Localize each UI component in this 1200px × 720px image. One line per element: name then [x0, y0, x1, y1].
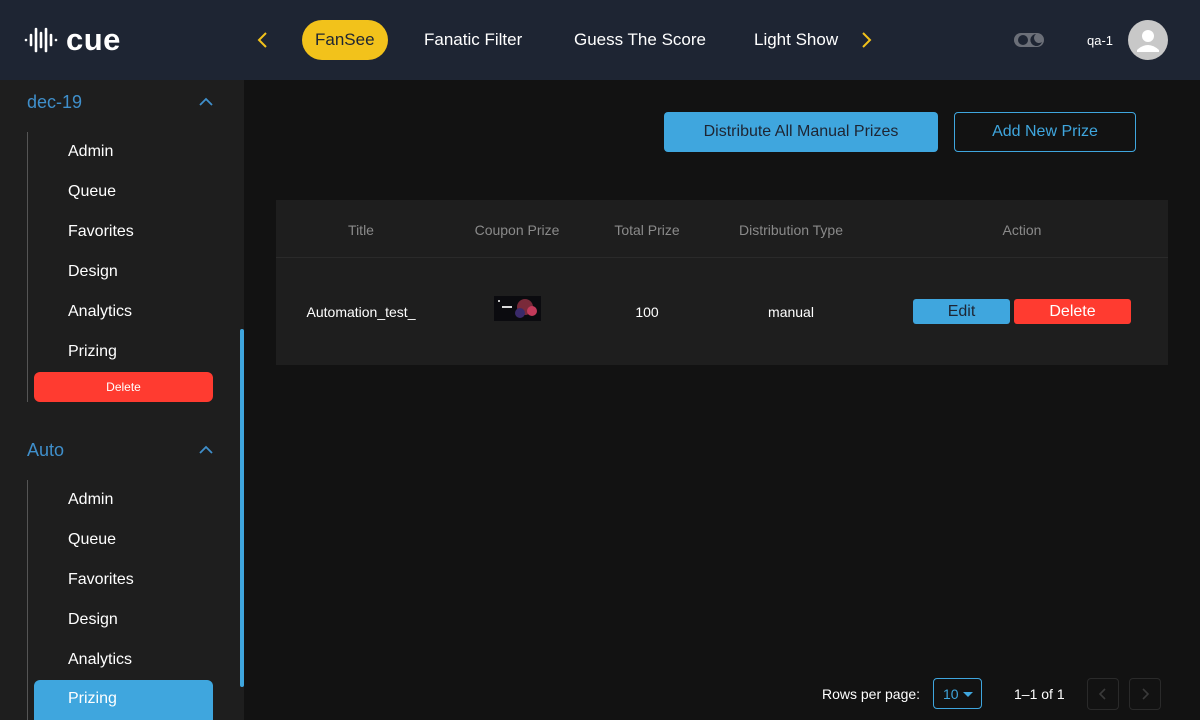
tree-line: [27, 132, 28, 402]
top-bar: cue FanSee Fanatic Filter Guess The Scor…: [0, 0, 1200, 80]
caret-down-icon: [963, 692, 973, 697]
tab-guess-the-score[interactable]: Guess The Score: [574, 20, 706, 60]
sidebar-item-prizing[interactable]: Prizing: [68, 343, 117, 361]
delete-event-button[interactable]: Delete: [34, 372, 213, 402]
sidebar-item-design[interactable]: Design: [68, 611, 118, 629]
cell-distribution-type: manual: [768, 304, 814, 320]
sidebar-item-label: Prizing: [68, 690, 117, 707]
tab-fanatic-filter[interactable]: Fanatic Filter: [424, 20, 522, 60]
sidebar-scrollbar[interactable]: [240, 329, 244, 687]
theme-toggle-moon-icon[interactable]: [1014, 31, 1044, 49]
user-name[interactable]: qa-1: [1087, 33, 1113, 48]
sidebar-group-title[interactable]: dec-19: [27, 92, 82, 113]
edit-button[interactable]: Edit: [913, 299, 1010, 324]
column-header-title: Title: [348, 222, 374, 238]
sidebar-item-analytics[interactable]: Analytics: [68, 303, 132, 321]
rows-per-page-value: 10: [943, 685, 959, 702]
sidebar-item-admin[interactable]: Admin: [68, 491, 113, 509]
prizes-table: Title Coupon Prize Total Prize Distribut…: [276, 200, 1168, 365]
add-new-prize-button[interactable]: Add New Prize: [954, 112, 1136, 152]
column-header-action: Action: [1002, 222, 1042, 238]
delete-button[interactable]: Delete: [1014, 299, 1131, 324]
tab-light-show[interactable]: Light Show: [754, 20, 838, 60]
chevron-up-icon[interactable]: [199, 445, 213, 455]
sidebar-item-queue[interactable]: Queue: [68, 531, 116, 549]
tree-line: [27, 480, 28, 720]
distribute-all-manual-prizes-button[interactable]: Distribute All Manual Prizes: [664, 112, 938, 152]
rows-per-page-select[interactable]: 10: [933, 678, 982, 709]
cue-logo[interactable]: cue: [24, 22, 121, 57]
logo-text: cue: [66, 22, 121, 57]
soundwave-logo-icon: [24, 27, 58, 53]
sidebar-item-queue[interactable]: Queue: [68, 183, 116, 201]
chevron-left-icon: [1098, 688, 1106, 700]
tabs-prev-arrow[interactable]: [253, 28, 273, 52]
chevron-left-icon: [257, 32, 267, 48]
sidebar-item-prizing-active[interactable]: [34, 680, 213, 720]
sidebar-item-analytics[interactable]: Analytics: [68, 651, 132, 669]
coupon-image-icon: [494, 296, 541, 321]
avatar[interactable]: [1128, 20, 1168, 60]
sidebar-item-favorites[interactable]: Favorites: [68, 571, 134, 589]
cell-title: Automation_test_: [306, 304, 416, 320]
sidebar-group-title[interactable]: Auto: [27, 440, 64, 461]
divider: [276, 257, 1168, 258]
tab-fansee[interactable]: FanSee: [302, 20, 388, 60]
sidebar-item-design[interactable]: Design: [68, 263, 118, 281]
coupon-prize-thumbnail[interactable]: [494, 296, 541, 321]
column-header-distribution-type: Distribution Type: [738, 222, 844, 238]
previous-page-button[interactable]: [1087, 678, 1119, 710]
column-header-coupon-prize: Coupon Prize: [474, 222, 560, 238]
tabs-next-arrow[interactable]: [856, 28, 876, 52]
chevron-right-icon: [862, 32, 872, 48]
sidebar-item-favorites[interactable]: Favorites: [68, 223, 134, 241]
sidebar-item-admin[interactable]: Admin: [68, 143, 113, 161]
next-page-button[interactable]: [1129, 678, 1161, 710]
pagination-range: 1–1 of 1: [1014, 686, 1065, 702]
user-avatar-icon: [1137, 30, 1159, 52]
rows-per-page-label: Rows per page:: [822, 686, 921, 702]
chevron-up-icon[interactable]: [199, 97, 213, 107]
chevron-right-icon: [1142, 688, 1150, 700]
cell-total-prize: 100: [635, 304, 659, 320]
column-header-total-prize: Total Prize: [614, 222, 680, 238]
